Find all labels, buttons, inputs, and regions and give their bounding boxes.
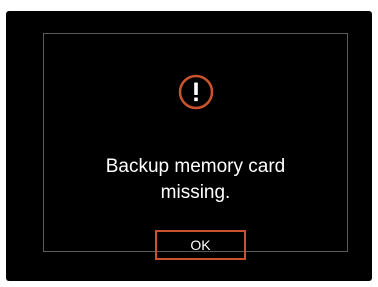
error-dialog: Backup memory card missing. OK: [43, 33, 348, 260]
camera-screen: Backup memory card missing. OK: [6, 11, 372, 281]
exclamation-circle-icon: [178, 74, 214, 110]
error-message-line-1: Backup memory card: [105, 156, 286, 177]
error-message: Backup memory card missing.: [44, 154, 347, 206]
ok-button[interactable]: OK: [155, 230, 246, 260]
error-message-line-2: missing.: [160, 182, 231, 203]
